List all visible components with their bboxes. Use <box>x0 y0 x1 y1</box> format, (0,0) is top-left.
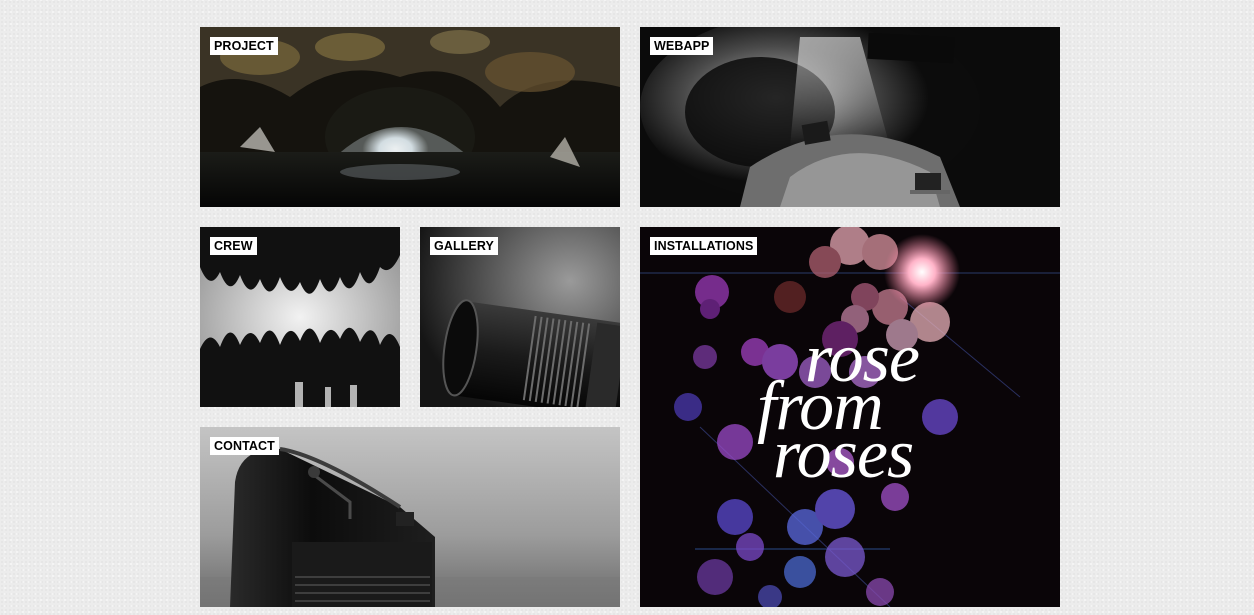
tile-gallery[interactable]: GALLERY <box>420 227 620 407</box>
tile-webapp[interactable]: WEBAPP <box>640 27 1060 207</box>
art-title-line: roses <box>773 416 914 493</box>
tile-crew[interactable]: CREW <box>200 227 400 407</box>
tile-label: CREW <box>210 237 257 255</box>
rose-from-roses-artwork-title: rose from roses <box>735 324 1060 493</box>
tile-label: WEBAPP <box>650 37 714 55</box>
tile-project[interactable]: PROJECT <box>200 27 620 207</box>
tile-label: PROJECT <box>210 37 278 55</box>
tile-label: INSTALLATIONS <box>650 237 758 255</box>
tile-contact[interactable]: CONTACT <box>200 427 620 607</box>
tile-installations[interactable]: rose from roses INSTALLATIONS <box>640 227 1060 607</box>
tile-label: GALLERY <box>430 237 498 255</box>
tile-label: CONTACT <box>210 437 279 455</box>
